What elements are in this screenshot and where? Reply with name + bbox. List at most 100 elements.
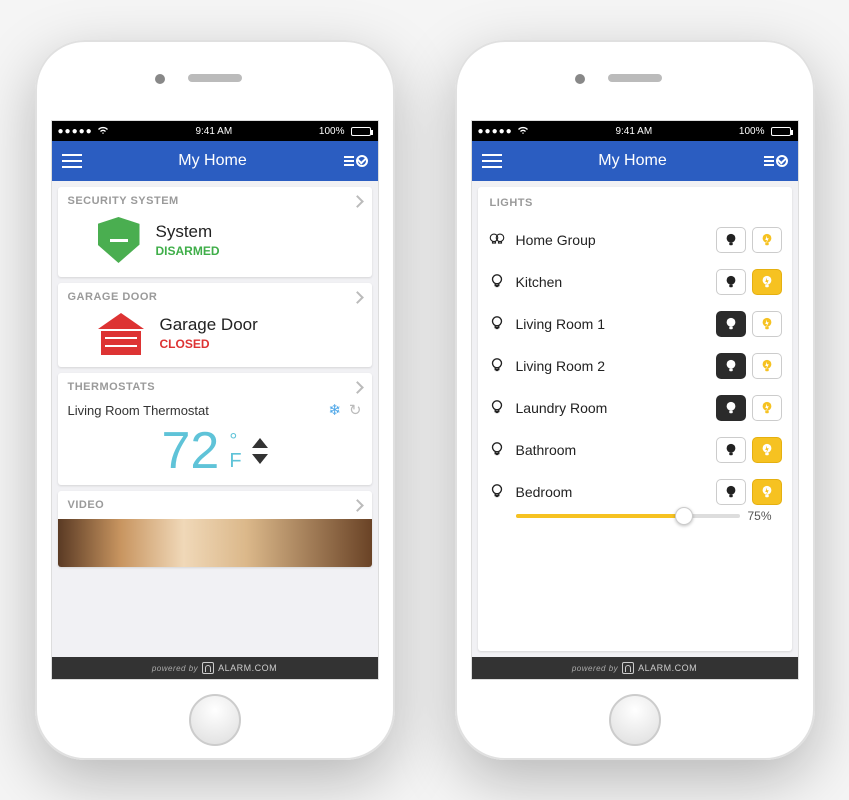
alarm-logo-icon	[202, 662, 214, 674]
light-on-button[interactable]	[752, 353, 782, 379]
thermostat-name: Living Room Thermostat	[68, 403, 209, 418]
security-header: SECURITY SYSTEM	[68, 195, 179, 207]
footer-powered-by: powered by	[572, 664, 618, 673]
dimmer-percent: 75%	[748, 509, 782, 523]
menu-icon[interactable]	[62, 154, 82, 168]
garage-state: CLOSED	[160, 337, 258, 351]
chevron-right-icon	[351, 381, 364, 394]
lights-header: LIGHTS	[488, 195, 782, 219]
light-on-button[interactable]	[752, 395, 782, 421]
security-state: DISARMED	[156, 244, 220, 258]
garage-header: GARAGE DOOR	[68, 291, 158, 303]
home-button[interactable]	[189, 694, 241, 746]
nav-title: My Home	[82, 152, 344, 170]
chevron-right-icon	[351, 195, 364, 208]
phone-camera	[155, 74, 165, 84]
scenes-icon[interactable]	[764, 155, 788, 167]
chevron-right-icon	[351, 499, 364, 512]
bulb-icon	[488, 399, 506, 417]
light-buttons	[716, 395, 782, 421]
light-name[interactable]: Living Room 2	[516, 358, 706, 374]
light-off-button[interactable]	[716, 311, 746, 337]
video-card[interactable]: VIDEO	[58, 491, 372, 567]
phone-speaker	[608, 74, 662, 82]
phone-left: ●●●●● 9:41 AM 100% My Home SECURI	[35, 40, 395, 760]
status-bar: ●●●●● 9:41 AM 100%	[52, 121, 378, 141]
lights-content[interactable]: LIGHTS Home Group Kitchen Living Room 1 Liv…	[472, 181, 798, 657]
garage-card[interactable]: GARAGE DOOR Garage Door CLOSED	[58, 283, 372, 367]
light-buttons	[716, 311, 782, 337]
phone-right: ●●●●● 9:41 AM 100% My Home LIGHTS Hom	[455, 40, 815, 760]
light-on-button[interactable]	[752, 437, 782, 463]
bulb-icon	[488, 357, 506, 375]
scenes-icon[interactable]	[344, 155, 368, 167]
thermostat-unit: ° F	[229, 431, 241, 471]
light-on-button[interactable]	[752, 269, 782, 295]
light-on-button[interactable]	[752, 311, 782, 337]
footer-brand: ALARM.COM	[638, 663, 697, 673]
light-on-button[interactable]	[752, 227, 782, 253]
temp-down-button[interactable]	[252, 454, 268, 464]
thermostat-temp: 72	[161, 425, 219, 477]
footer-bar: powered by ALARM.COM	[52, 657, 378, 679]
phone-camera	[575, 74, 585, 84]
light-off-button[interactable]	[716, 395, 746, 421]
nav-bar: My Home	[472, 141, 798, 181]
security-card[interactable]: SECURITY SYSTEM System DISARMED	[58, 187, 372, 277]
light-name[interactable]: Home Group	[516, 232, 706, 248]
light-off-button[interactable]	[716, 227, 746, 253]
status-bar: ●●●●● 9:41 AM 100%	[472, 121, 798, 141]
light-name[interactable]: Bedroom	[516, 484, 706, 500]
home-button[interactable]	[609, 694, 661, 746]
garage-name: Garage Door	[160, 315, 258, 335]
light-row: Kitchen	[488, 261, 782, 303]
signal-dots-icon: ●●●●●	[478, 126, 513, 137]
home-content[interactable]: SECURITY SYSTEM System DISARMED GARAGE D…	[52, 181, 378, 657]
light-row: Living Room 1	[488, 303, 782, 345]
light-buttons	[716, 353, 782, 379]
security-name: System	[156, 222, 220, 242]
nav-bar: My Home	[52, 141, 378, 181]
bulb-group-icon	[488, 231, 506, 249]
phone-speaker	[188, 74, 242, 82]
menu-icon[interactable]	[482, 154, 502, 168]
garage-closed-icon	[98, 313, 144, 353]
light-off-button[interactable]	[716, 353, 746, 379]
lights-list: Home Group Kitchen Living Room 1 Living Roo…	[488, 219, 782, 523]
thermostat-card[interactable]: THERMOSTATS Living Room Thermostat ❄ ↻ 7…	[58, 373, 372, 485]
video-header: VIDEO	[68, 499, 105, 511]
light-on-button[interactable]	[752, 479, 782, 505]
light-off-button[interactable]	[716, 479, 746, 505]
light-off-button[interactable]	[716, 437, 746, 463]
nav-title: My Home	[502, 152, 764, 170]
light-name[interactable]: Laundry Room	[516, 400, 706, 416]
light-off-button[interactable]	[716, 269, 746, 295]
battery-percent: 100%	[739, 126, 765, 137]
status-time: 9:41 AM	[195, 126, 232, 137]
light-name[interactable]: Living Room 1	[516, 316, 706, 332]
thermostat-header: THERMOSTATS	[68, 381, 156, 393]
bulb-icon	[488, 273, 506, 291]
bulb-icon	[488, 315, 506, 333]
video-thumbnail[interactable]	[58, 519, 372, 567]
schedule-icon[interactable]: ↻	[349, 401, 362, 419]
footer-powered-by: powered by	[152, 664, 198, 673]
light-row: Laundry Room	[488, 387, 782, 429]
light-name[interactable]: Bathroom	[516, 442, 706, 458]
temp-up-button[interactable]	[252, 438, 268, 448]
lights-card: LIGHTS Home Group Kitchen Living Room 1 Liv…	[478, 187, 792, 651]
battery-percent: 100%	[319, 126, 345, 137]
light-name[interactable]: Kitchen	[516, 274, 706, 290]
snowflake-icon[interactable]: ❄	[328, 401, 341, 419]
bulb-icon	[488, 483, 506, 501]
dimmer-slider[interactable]	[516, 514, 740, 518]
light-row: Bathroom	[488, 429, 782, 471]
light-buttons	[716, 479, 782, 505]
status-time: 9:41 AM	[615, 126, 652, 137]
signal-dots-icon: ●●●●●	[58, 126, 93, 137]
light-buttons	[716, 227, 782, 253]
screen-lights: ●●●●● 9:41 AM 100% My Home LIGHTS Hom	[471, 120, 799, 680]
light-row: Bedroom	[488, 471, 782, 513]
dimmer-row: 75%	[488, 509, 782, 523]
wifi-icon	[97, 125, 109, 138]
